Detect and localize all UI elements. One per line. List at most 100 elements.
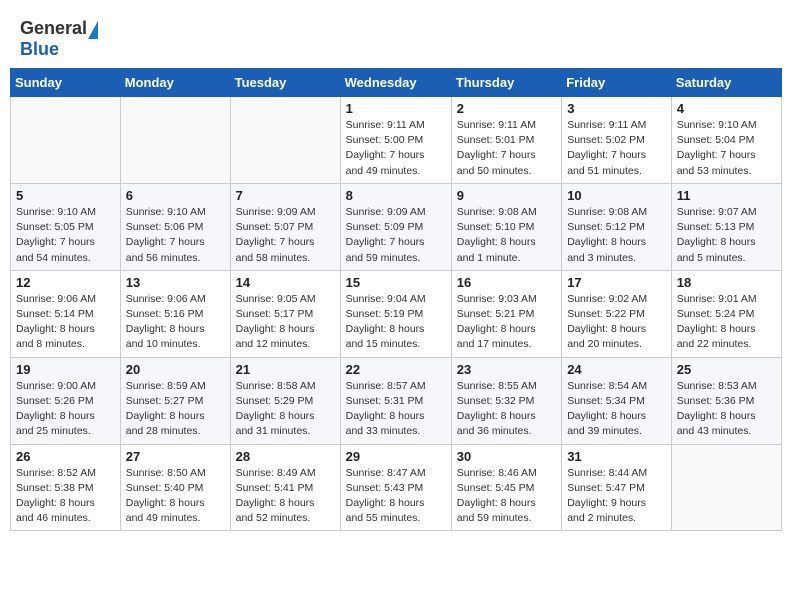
day-info: Sunrise: 8:52 AM Sunset: 5:38 PM Dayligh… (16, 466, 115, 527)
day-number: 2 (457, 101, 556, 116)
day-info: Sunrise: 9:10 AM Sunset: 5:06 PM Dayligh… (126, 205, 225, 266)
day-number: 12 (16, 275, 115, 290)
day-cell (671, 444, 781, 531)
day-number: 19 (16, 362, 115, 377)
day-number: 20 (126, 362, 225, 377)
day-info: Sunrise: 9:11 AM Sunset: 5:01 PM Dayligh… (457, 118, 556, 179)
day-number: 7 (236, 188, 335, 203)
day-info: Sunrise: 8:59 AM Sunset: 5:27 PM Dayligh… (126, 379, 225, 440)
day-number: 30 (457, 449, 556, 464)
week-row-1: 1 Sunrise: 9:11 AM Sunset: 5:00 PM Daylig… (11, 97, 782, 184)
day-number: 1 (346, 101, 446, 116)
day-cell: 18 Sunrise: 9:01 AM Sunset: 5:24 PM Dayli… (671, 270, 781, 357)
day-cell: 13 Sunrise: 9:06 AM Sunset: 5:16 PM Dayli… (120, 270, 230, 357)
day-info: Sunrise: 9:10 AM Sunset: 5:04 PM Dayligh… (677, 118, 776, 179)
day-cell: 10 Sunrise: 9:08 AM Sunset: 5:12 PM Dayli… (562, 183, 672, 270)
day-info: Sunrise: 8:57 AM Sunset: 5:31 PM Dayligh… (346, 379, 446, 440)
day-number: 29 (346, 449, 446, 464)
day-number: 28 (236, 449, 335, 464)
day-number: 9 (457, 188, 556, 203)
day-info: Sunrise: 9:02 AM Sunset: 5:22 PM Dayligh… (567, 292, 666, 353)
day-cell: 4 Sunrise: 9:10 AM Sunset: 5:04 PM Daylig… (671, 97, 781, 184)
day-info: Sunrise: 9:00 AM Sunset: 5:26 PM Dayligh… (16, 379, 115, 440)
day-cell: 24 Sunrise: 8:54 AM Sunset: 5:34 PM Dayli… (562, 357, 672, 444)
weekday-header-sunday: Sunday (11, 69, 121, 97)
day-info: Sunrise: 9:09 AM Sunset: 5:07 PM Dayligh… (236, 205, 335, 266)
day-cell: 21 Sunrise: 8:58 AM Sunset: 5:29 PM Dayli… (230, 357, 340, 444)
week-row-5: 26 Sunrise: 8:52 AM Sunset: 5:38 PM Dayli… (11, 444, 782, 531)
day-number: 25 (677, 362, 776, 377)
weekday-header-friday: Friday (562, 69, 672, 97)
day-cell: 29 Sunrise: 8:47 AM Sunset: 5:43 PM Dayli… (340, 444, 451, 531)
day-info: Sunrise: 9:10 AM Sunset: 5:05 PM Dayligh… (16, 205, 115, 266)
day-cell (120, 97, 230, 184)
day-info: Sunrise: 9:03 AM Sunset: 5:21 PM Dayligh… (457, 292, 556, 353)
page-header: General Blue (10, 10, 782, 66)
day-info: Sunrise: 8:58 AM Sunset: 5:29 PM Dayligh… (236, 379, 335, 440)
day-number: 14 (236, 275, 335, 290)
day-cell: 8Sunrise: 9:09 AM Sunset: 5:09 PM Daylig… (340, 183, 451, 270)
day-number: 18 (677, 275, 776, 290)
day-cell: 3 Sunrise: 9:11 AM Sunset: 5:02 PM Daylig… (562, 97, 672, 184)
day-cell: 1 Sunrise: 9:11 AM Sunset: 5:00 PM Daylig… (340, 97, 451, 184)
day-cell: 16 Sunrise: 9:03 AM Sunset: 5:21 PM Dayli… (451, 270, 561, 357)
day-cell: 20 Sunrise: 8:59 AM Sunset: 5:27 PM Dayli… (120, 357, 230, 444)
day-number: 4 (677, 101, 776, 116)
week-row-2: 5 Sunrise: 9:10 AM Sunset: 5:05 PM Daylig… (11, 183, 782, 270)
day-cell: 15 Sunrise: 9:04 AM Sunset: 5:19 PM Dayli… (340, 270, 451, 357)
day-number: 5 (16, 188, 115, 203)
logo-text-blue: Blue (20, 39, 59, 59)
day-number: 21 (236, 362, 335, 377)
day-info: Sunrise: 8:44 AM Sunset: 5:47 PM Dayligh… (567, 466, 666, 527)
day-info: Sunrise: 9:06 AM Sunset: 5:14 PM Dayligh… (16, 292, 115, 353)
day-info: Sunrise: 9:01 AM Sunset: 5:24 PM Dayligh… (677, 292, 776, 353)
day-number: 17 (567, 275, 666, 290)
day-info: Sunrise: 8:47 AM Sunset: 5:43 PM Dayligh… (346, 466, 446, 527)
week-row-4: 19 Sunrise: 9:00 AM Sunset: 5:26 PM Dayli… (11, 357, 782, 444)
day-number: 10 (567, 188, 666, 203)
day-number: 3 (567, 101, 666, 116)
weekday-header-row: SundayMondayTuesdayWednesdayThursdayFrid… (11, 69, 782, 97)
day-cell: 6Sunrise: 9:10 AM Sunset: 5:06 PM Daylig… (120, 183, 230, 270)
day-cell: 30 Sunrise: 8:46 AM Sunset: 5:45 PM Dayli… (451, 444, 561, 531)
day-number: 15 (346, 275, 446, 290)
day-info: Sunrise: 9:08 AM Sunset: 5:12 PM Dayligh… (567, 205, 666, 266)
day-cell: 27 Sunrise: 8:50 AM Sunset: 5:40 PM Dayli… (120, 444, 230, 531)
day-info: Sunrise: 9:08 AM Sunset: 5:10 PM Dayligh… (457, 205, 556, 266)
day-cell: 31 Sunrise: 8:44 AM Sunset: 5:47 PM Dayli… (562, 444, 672, 531)
day-cell: 11 Sunrise: 9:07 AM Sunset: 5:13 PM Dayli… (671, 183, 781, 270)
day-info: Sunrise: 9:04 AM Sunset: 5:19 PM Dayligh… (346, 292, 446, 353)
day-cell: 26 Sunrise: 8:52 AM Sunset: 5:38 PM Dayli… (11, 444, 121, 531)
weekday-header-monday: Monday (120, 69, 230, 97)
day-number: 27 (126, 449, 225, 464)
day-info: Sunrise: 8:46 AM Sunset: 5:45 PM Dayligh… (457, 466, 556, 527)
day-number: 11 (677, 188, 776, 203)
week-row-3: 12 Sunrise: 9:06 AM Sunset: 5:14 PM Dayli… (11, 270, 782, 357)
day-info: Sunrise: 9:06 AM Sunset: 5:16 PM Dayligh… (126, 292, 225, 353)
day-info: Sunrise: 8:54 AM Sunset: 5:34 PM Dayligh… (567, 379, 666, 440)
day-number: 16 (457, 275, 556, 290)
day-info: Sunrise: 8:49 AM Sunset: 5:41 PM Dayligh… (236, 466, 335, 527)
day-cell: 2 Sunrise: 9:11 AM Sunset: 5:01 PM Daylig… (451, 97, 561, 184)
calendar-table: SundayMondayTuesdayWednesdayThursdayFrid… (10, 68, 782, 531)
day-info: Sunrise: 8:50 AM Sunset: 5:40 PM Dayligh… (126, 466, 225, 527)
day-cell: 25Sunrise: 8:53 AM Sunset: 5:36 PM Dayli… (671, 357, 781, 444)
day-cell: 19 Sunrise: 9:00 AM Sunset: 5:26 PM Dayli… (11, 357, 121, 444)
day-number: 8 (346, 188, 446, 203)
day-number: 31 (567, 449, 666, 464)
day-cell: 22Sunrise: 8:57 AM Sunset: 5:31 PM Dayli… (340, 357, 451, 444)
day-info: Sunrise: 9:07 AM Sunset: 5:13 PM Dayligh… (677, 205, 776, 266)
day-info: Sunrise: 9:05 AM Sunset: 5:17 PM Dayligh… (236, 292, 335, 353)
day-number: 24 (567, 362, 666, 377)
day-cell (230, 97, 340, 184)
day-cell (11, 97, 121, 184)
day-info: Sunrise: 9:11 AM Sunset: 5:02 PM Dayligh… (567, 118, 666, 179)
day-number: 23 (457, 362, 556, 377)
day-number: 26 (16, 449, 115, 464)
logo-text-general: General (20, 18, 87, 38)
logo-triangle (88, 21, 98, 39)
day-info: Sunrise: 9:11 AM Sunset: 5:00 PM Dayligh… (346, 118, 446, 179)
logo: General Blue (20, 18, 99, 60)
weekday-header-saturday: Saturday (671, 69, 781, 97)
day-number: 13 (126, 275, 225, 290)
